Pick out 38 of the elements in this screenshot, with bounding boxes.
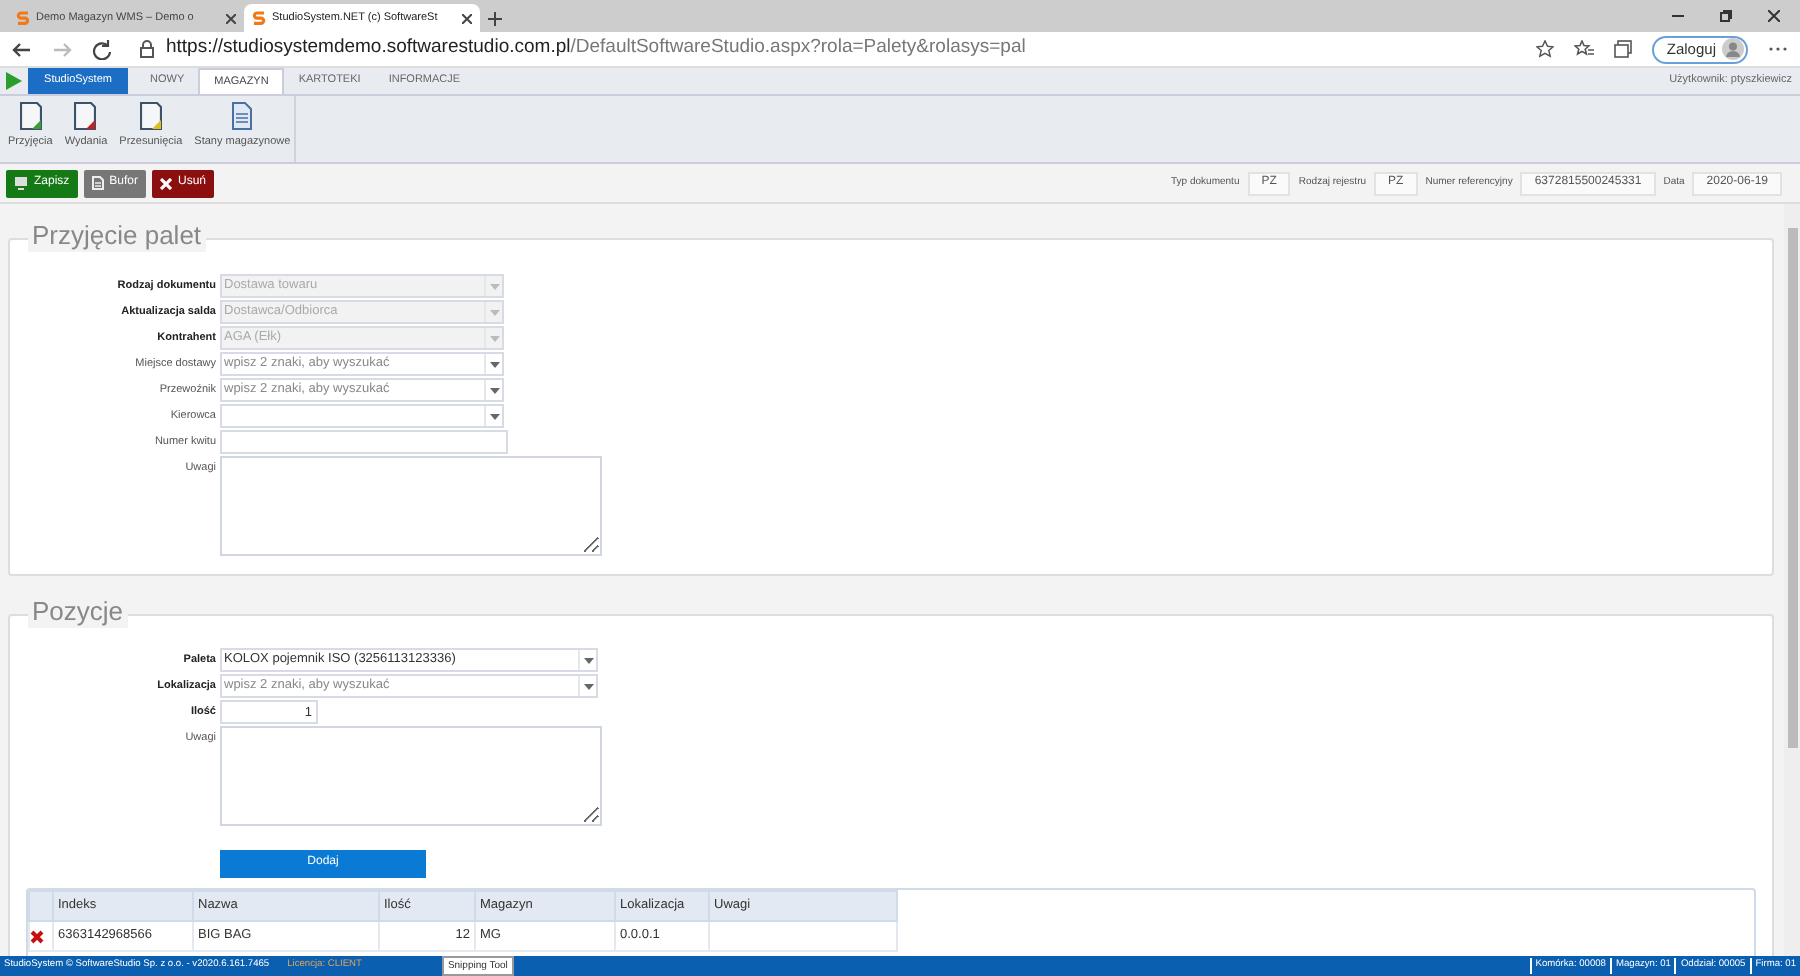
document-icon — [19, 102, 42, 130]
site-icon — [16, 10, 30, 26]
lock-icon — [140, 40, 154, 58]
input-field[interactable] — [220, 430, 508, 454]
caret-icon — [489, 387, 499, 393]
section-title: Pozycje — [28, 596, 128, 628]
document-icon — [91, 176, 104, 190]
favorites-icon[interactable] — [1574, 40, 1595, 58]
delete-icon[interactable] — [30, 929, 44, 943]
site-icon — [252, 10, 266, 26]
avatar-icon — [1722, 38, 1744, 60]
back-icon[interactable] — [12, 39, 32, 59]
reload-icon[interactable] — [92, 39, 112, 59]
close-icon[interactable] — [462, 13, 472, 23]
close-icon[interactable] — [226, 13, 236, 23]
document-list-icon — [232, 102, 253, 130]
caret-icon — [489, 361, 499, 367]
section-title: Przyjęcie palet — [28, 220, 206, 252]
caret-icon — [583, 683, 593, 689]
play-icon[interactable] — [6, 72, 22, 90]
restore-icon[interactable] — [1720, 10, 1732, 22]
star-icon[interactable] — [1536, 40, 1555, 58]
document-icon — [74, 102, 97, 130]
plus-icon[interactable] — [488, 12, 502, 26]
caret-icon — [489, 413, 499, 419]
scrollbar[interactable] — [1784, 204, 1800, 956]
close-icon — [160, 177, 173, 189]
address-bar[interactable]: https://studiosystemdemo.softwarestudio.com.pl/DefaultSoftwareStudio.aspx?rola=Palety&rolasys=pal — [132, 34, 1517, 64]
minimize-icon[interactable] — [1672, 10, 1684, 22]
document-icon — [139, 102, 162, 130]
caret-icon — [583, 657, 593, 663]
caret-icon — [489, 283, 499, 289]
close-icon[interactable] — [1768, 10, 1780, 22]
more-icon[interactable] — [1768, 46, 1788, 52]
caret-icon — [489, 335, 499, 341]
collections-icon[interactable] — [1614, 40, 1633, 58]
caret-icon — [489, 309, 499, 315]
monitor-icon — [14, 176, 28, 190]
